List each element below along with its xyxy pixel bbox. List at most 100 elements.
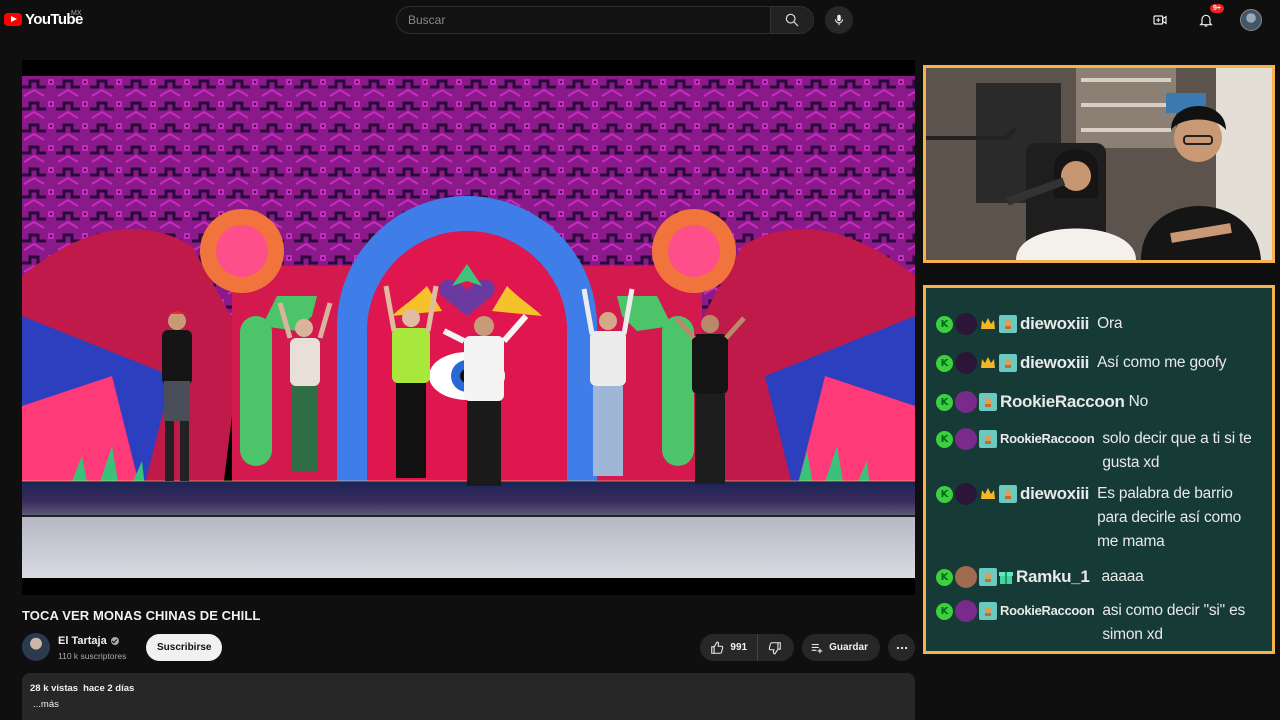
like-count: 991 (730, 642, 748, 653)
subscriber-badge-icon (999, 485, 1017, 503)
chat-message: K Ramku_1 aaaaa (936, 565, 1264, 589)
chat-message: K RookieRaccoon asi como decir "si" es s… (936, 599, 1264, 647)
subscriber-badge-icon (979, 568, 997, 586)
description-box[interactable]: 28 k vistas hace 2 días ...más (22, 673, 915, 720)
channel-name-link[interactable]: El Tartaja (58, 635, 119, 647)
upload-date: hace 2 días (83, 683, 135, 694)
view-count: 28 k vistas (30, 683, 79, 694)
save-button[interactable]: Guardar (802, 634, 880, 661)
search-bar (396, 6, 853, 34)
search-icon (785, 13, 799, 27)
create-button[interactable] (1148, 8, 1172, 32)
chat-username[interactable]: RookieRaccoon (1000, 390, 1125, 414)
kick-badge-icon: K (936, 568, 953, 586)
chat-text: Ora (1097, 315, 1123, 332)
chat-badges: K (936, 390, 997, 414)
chat-text: No (1128, 393, 1149, 410)
chat-text: asi como decir "si" es simon xd (1102, 602, 1246, 643)
user-avatar-icon (955, 428, 977, 450)
video-frame (22, 76, 915, 578)
bell-icon (1199, 14, 1213, 27)
verified-icon (110, 637, 119, 646)
user-avatar-icon (955, 483, 977, 505)
channel-avatar[interactable] (22, 633, 50, 661)
chat-message: K RookieRaccoon solo decir que a ti si t… (936, 427, 1264, 475)
thumbs-down-icon (768, 641, 781, 654)
chat-badges: K (936, 599, 997, 623)
kick-badge-icon: K (936, 430, 953, 448)
top-bar: YouTube MX 9+ (0, 0, 1280, 40)
microphone-icon (834, 14, 844, 26)
search-input[interactable] (396, 6, 770, 34)
subscriber-badge-icon (979, 602, 997, 620)
kick-badge-icon: K (936, 602, 953, 620)
user-avatar-icon (955, 600, 977, 622)
channel-name: El Tartaja (58, 635, 107, 647)
chat-message: K diewoxiii Así como me goofy (936, 351, 1264, 375)
channel-row: El Tartaja 110 k suscriptores Suscribirs… (22, 633, 915, 663)
kick-badge-icon: K (936, 485, 953, 503)
chat-badges: K (936, 351, 1017, 375)
chat-badges: K (936, 482, 1017, 506)
kick-badge-icon: K (936, 393, 953, 411)
search-button[interactable] (770, 6, 814, 34)
subscriber-badge-icon (999, 315, 1017, 333)
video-actions: 991 Guardar (700, 634, 915, 661)
playlist-add-icon (811, 643, 823, 653)
create-video-icon (1153, 15, 1167, 25)
chat-message: K diewoxiii Ora (936, 312, 1264, 336)
kick-badge-icon: K (936, 354, 953, 372)
chat-badges: K (936, 565, 1013, 589)
show-more-link[interactable]: ...más (33, 699, 907, 710)
crown-badge-icon (979, 315, 997, 333)
subscriber-badge-icon (999, 354, 1017, 372)
notification-count-badge: 9+ (1210, 4, 1224, 13)
chat-username[interactable]: RookieRaccoon (1000, 599, 1095, 623)
chat-overlay: K diewoxiii Ora K diewoxiii Así como me … (923, 285, 1275, 654)
user-avatar-icon (955, 313, 977, 335)
chat-text: solo decir que a ti si te gusta xd (1102, 430, 1252, 471)
gift-badge-icon (999, 569, 1013, 585)
more-horizontal-icon (896, 646, 907, 649)
dislike-button[interactable] (758, 634, 794, 661)
chat-username[interactable]: diewoxiii (1020, 482, 1089, 506)
chat-badges: K (936, 427, 997, 451)
user-avatar-icon (955, 391, 977, 413)
like-dislike-group: 991 (700, 634, 795, 661)
chat-username[interactable]: diewoxiii (1020, 312, 1089, 336)
subscriber-badge-icon (979, 393, 997, 411)
notifications-button[interactable]: 9+ (1194, 4, 1224, 32)
user-avatar[interactable] (1240, 9, 1262, 31)
more-actions-button[interactable] (888, 634, 915, 661)
subscriber-count: 110 k suscriptores (58, 651, 127, 661)
chat-username[interactable]: diewoxiii (1020, 351, 1089, 375)
youtube-play-icon (4, 13, 22, 26)
header-actions: 9+ (1148, 4, 1262, 32)
chat-message: K RookieRaccoon No (936, 390, 1264, 414)
chat-text: aaaaa (1101, 568, 1144, 585)
chat-badges: K (936, 312, 1017, 336)
chat-message: K diewoxiii Es palabra de barrio para de… (936, 482, 1264, 554)
chat-messages: K diewoxiii Ora K diewoxiii Así como me … (926, 306, 1272, 651)
chat-username[interactable]: RookieRaccoon (1000, 427, 1095, 451)
webcam-overlay (923, 65, 1275, 263)
video-player[interactable] (22, 60, 915, 595)
description-stats: 28 k vistas hace 2 días (30, 683, 907, 694)
crown-badge-icon (979, 354, 997, 372)
subscribe-button[interactable]: Suscribirse (146, 634, 223, 661)
user-avatar-icon (955, 566, 977, 588)
subscriber-badge-icon (979, 430, 997, 448)
thumbs-up-icon (711, 641, 724, 654)
like-button[interactable]: 991 (700, 634, 759, 661)
youtube-logo[interactable]: YouTube MX (4, 10, 83, 28)
kick-badge-icon: K (936, 315, 953, 333)
chat-username[interactable]: Ramku_1 (1016, 565, 1090, 589)
user-avatar-icon (955, 352, 977, 374)
region-label: MX (71, 10, 82, 17)
video-title: TOCA VER MONAS CHINAS DE CHILL (22, 608, 261, 623)
chat-text: Es palabra de barrio para decirle así co… (1097, 485, 1242, 550)
webcam-feed (926, 68, 1272, 260)
voice-search-button[interactable] (825, 6, 853, 34)
chat-text: Así como me goofy (1097, 354, 1227, 371)
crown-badge-icon (979, 485, 997, 503)
